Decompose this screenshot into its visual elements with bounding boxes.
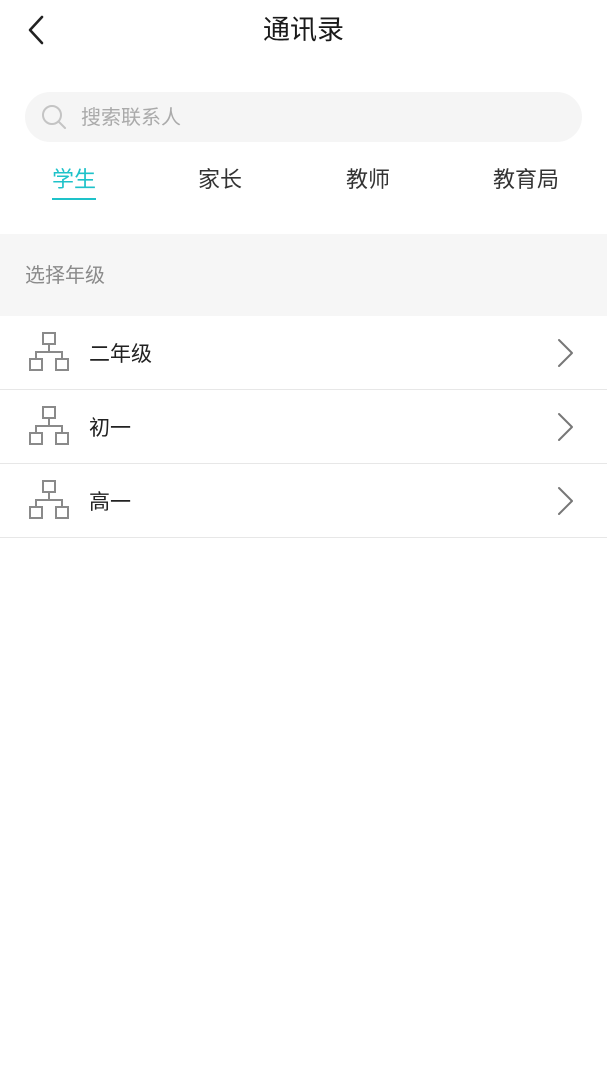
search-bar[interactable] xyxy=(25,92,582,142)
tab-parents[interactable]: 家长 xyxy=(198,160,242,204)
org-chart-icon xyxy=(29,332,69,371)
nav-bar: 通讯录 xyxy=(0,0,607,62)
grade-label: 二年级 xyxy=(89,341,152,366)
chevron-right-icon xyxy=(558,339,573,367)
grade-label: 初一 xyxy=(89,415,131,440)
tab-label: 家长 xyxy=(198,168,243,193)
search-input[interactable] xyxy=(81,97,541,137)
back-button[interactable] xyxy=(16,10,56,50)
tab-underline xyxy=(346,198,390,200)
org-chart-icon xyxy=(29,406,69,445)
tab-students[interactable]: 学生 xyxy=(52,160,97,204)
tab-bar: 学生 家长 教师 教育局 xyxy=(0,160,607,210)
tab-underline xyxy=(493,198,559,200)
chevron-left-icon xyxy=(28,15,44,45)
grade-row[interactable]: 初一 xyxy=(0,390,607,464)
section-header: 选择年级 xyxy=(0,234,607,316)
tab-education-bureau[interactable]: 教育局 xyxy=(493,160,559,204)
grade-row[interactable]: 二年级 xyxy=(0,316,607,390)
search-icon xyxy=(39,102,69,132)
chevron-right-icon xyxy=(558,413,573,441)
org-chart-icon xyxy=(29,480,69,519)
grade-row[interactable]: 高一 xyxy=(0,464,607,538)
tab-label: 学生 xyxy=(52,168,97,193)
tab-teachers[interactable]: 教师 xyxy=(346,160,390,204)
tab-active-indicator xyxy=(52,198,97,200)
page-title: 通讯录 xyxy=(263,15,344,46)
tab-label: 教育局 xyxy=(493,168,560,193)
grade-list: 二年级 初一 高一 xyxy=(0,316,607,538)
grade-label: 高一 xyxy=(89,489,131,514)
tab-label: 教师 xyxy=(346,168,391,193)
tab-underline xyxy=(198,198,242,200)
chevron-right-icon xyxy=(558,487,573,515)
